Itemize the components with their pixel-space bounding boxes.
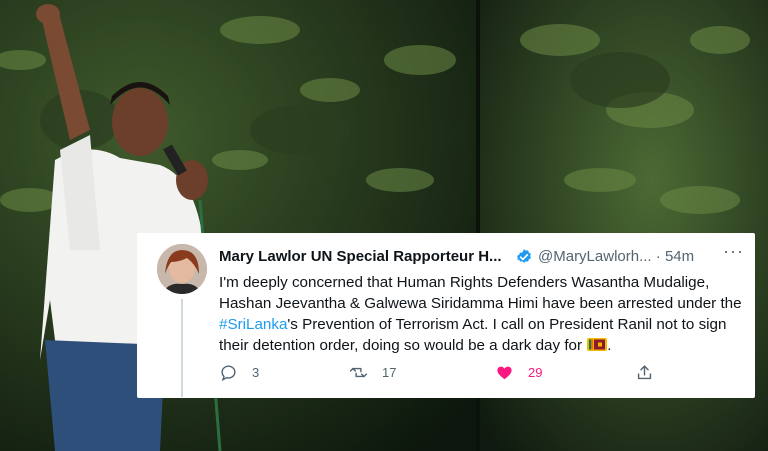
tweet-text-end: . — [607, 337, 612, 354]
sri-lanka-flag-icon — [587, 336, 608, 351]
tweet-text-part-2: 's Prevention of Terrorism Act. I call o… — [219, 316, 727, 354]
share-icon — [637, 364, 652, 379]
more-icon[interactable]: ··· — [723, 241, 744, 261]
author-handle-and-time[interactable]: @MaryLawlorh... · 54m — [538, 247, 694, 267]
reply-button[interactable]: 3 — [219, 361, 259, 383]
tweet-text: I'm deeply concerned that Human Rights D… — [219, 272, 744, 356]
share-button[interactable] — [635, 361, 654, 383]
tweet-time: 54m — [664, 248, 695, 265]
avatar[interactable] — [157, 244, 207, 294]
tweet-text-part-1: I'm deeply concerned that Human Rights D… — [219, 274, 742, 312]
thread-line — [181, 299, 183, 397]
like-count: 29 — [528, 364, 543, 380]
reply-count: 3 — [252, 364, 260, 380]
retweet-count: 17 — [382, 364, 397, 380]
reply-icon — [221, 364, 236, 381]
author-handle: @MaryLawlorh... — [538, 248, 652, 265]
tweet-actions: 3 17 29 — [219, 361, 739, 383]
hashtag-link[interactable]: #SriLanka — [219, 316, 287, 333]
tweet-header: Mary Lawlor UN Special Rapporteur H... @… — [219, 241, 744, 267]
tweet-card[interactable]: Mary Lawlor UN Special Rapporteur H... @… — [137, 233, 755, 398]
verified-badge-icon — [515, 248, 533, 266]
retweet-icon — [349, 367, 368, 377]
author-name[interactable]: Mary Lawlor UN Special Rapporteur H... — [219, 247, 502, 267]
like-button[interactable]: 29 — [495, 361, 542, 383]
like-heart-icon — [497, 366, 512, 379]
retweet-button[interactable]: 17 — [349, 361, 396, 383]
